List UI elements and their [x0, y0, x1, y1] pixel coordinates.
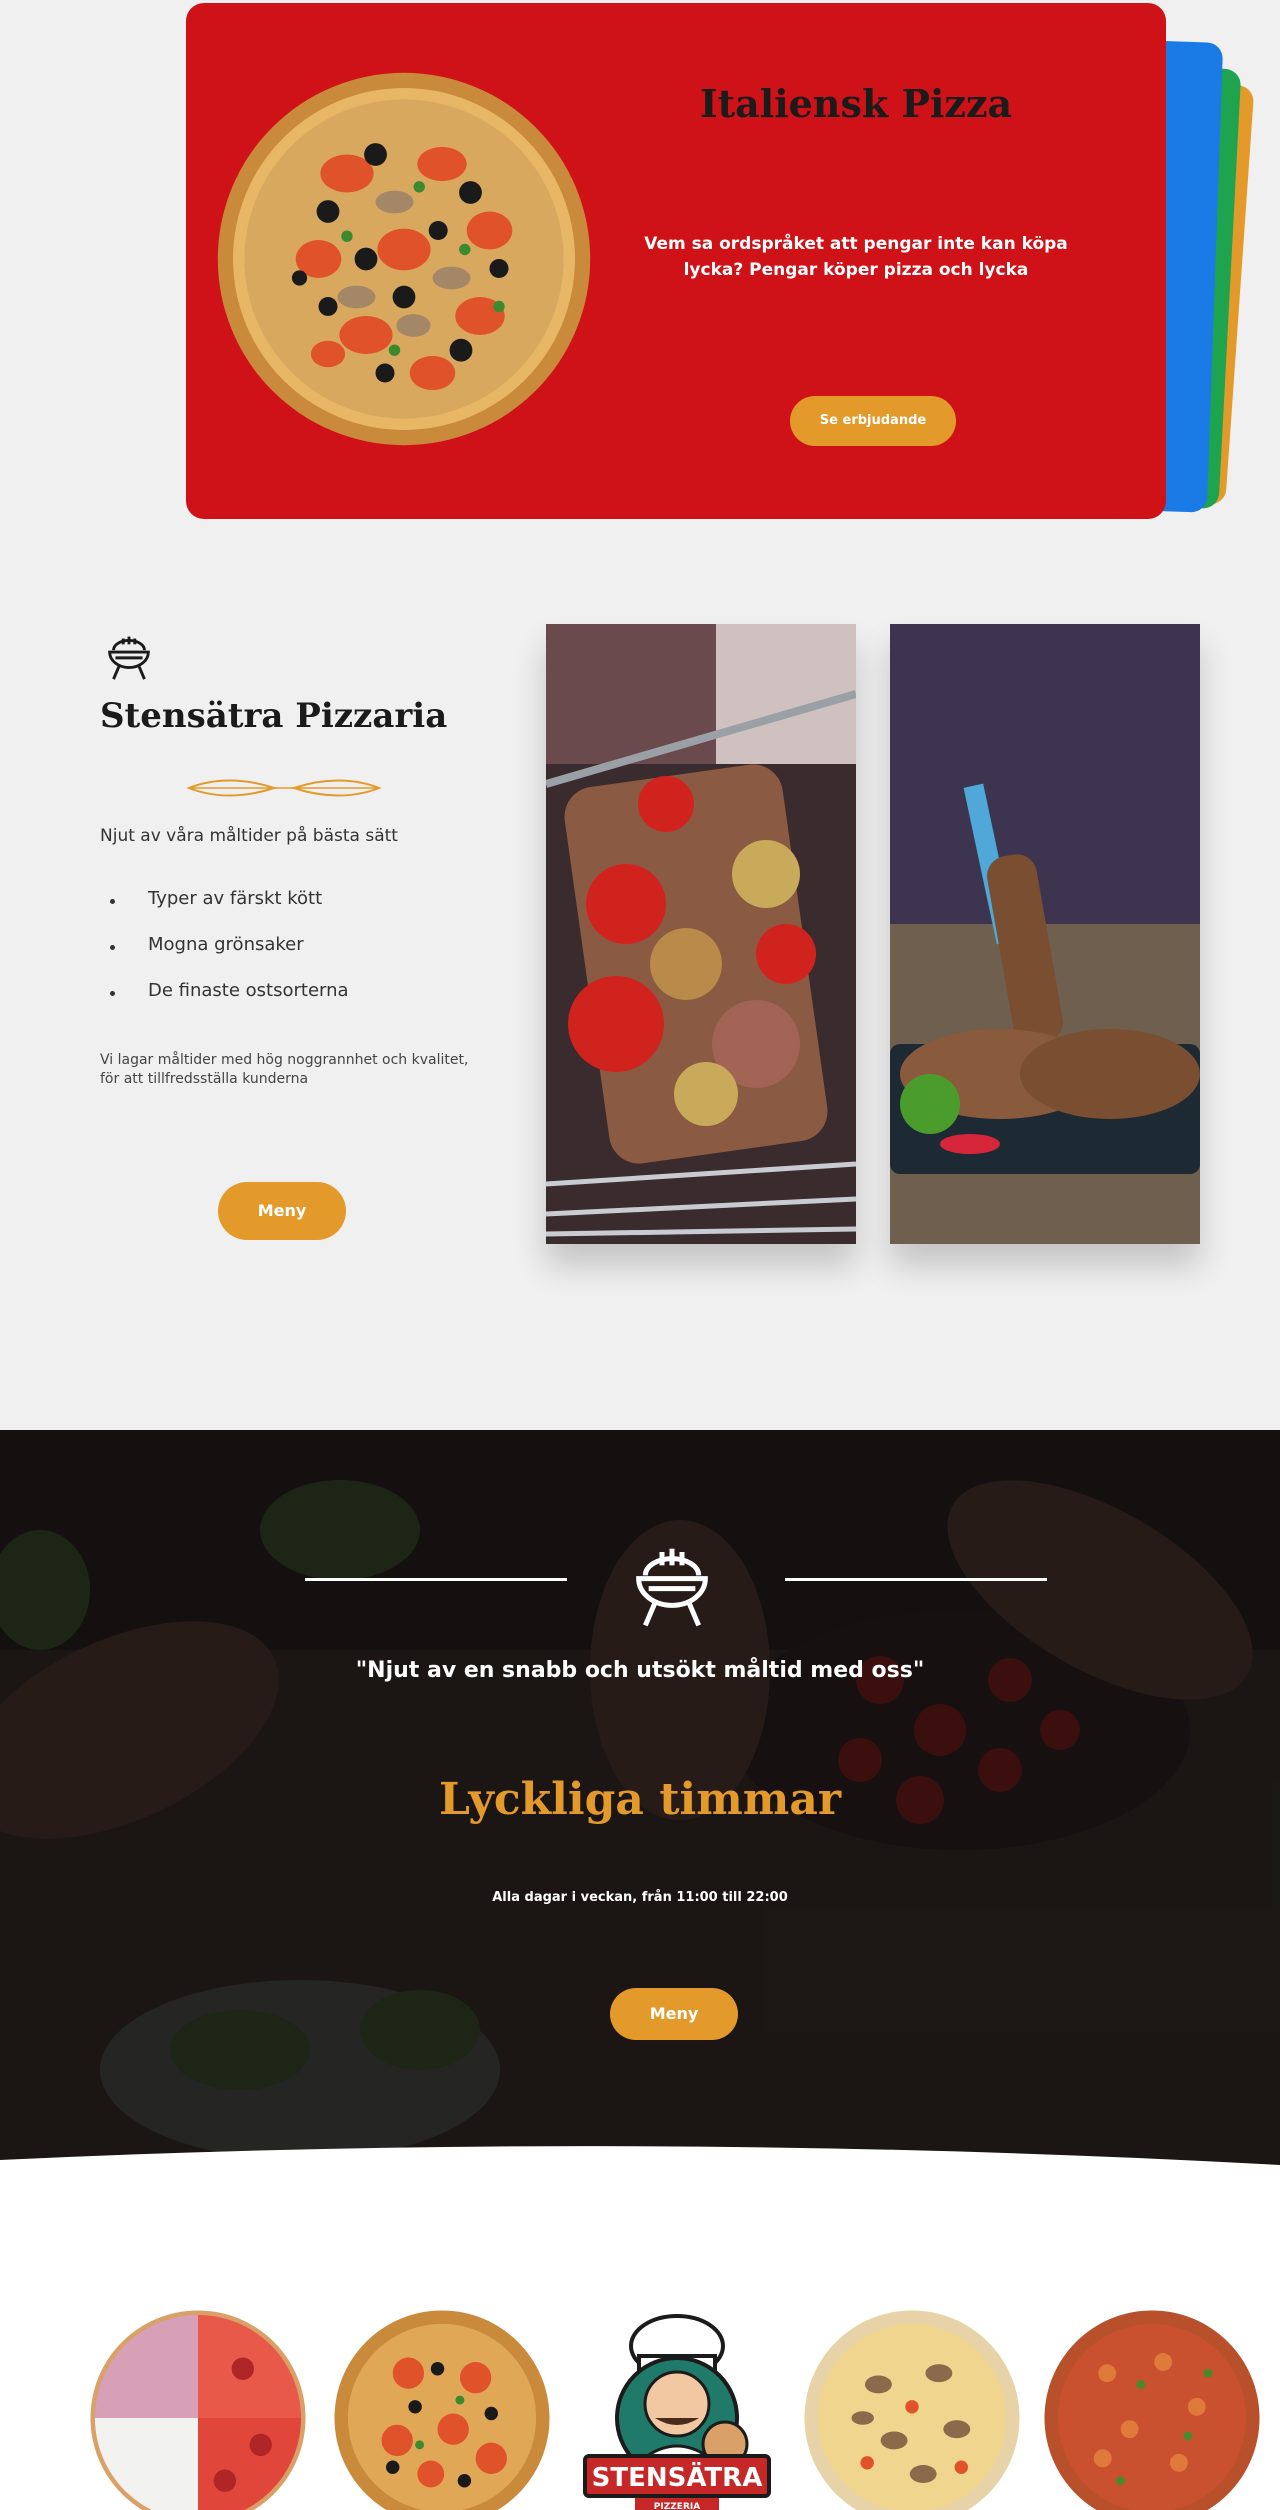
kebab-photo [546, 624, 856, 1244]
divider-line-left [305, 1578, 567, 1581]
logo-text: STENSÄTRA [592, 2461, 763, 2493]
ornament-divider [186, 779, 382, 797]
menu-button[interactable]: Meny [218, 1182, 346, 1240]
happy-hour-section: "Njut av en snabb och utsökt måltid med … [0, 1430, 1280, 2190]
pizza-image[interactable] [330, 2306, 554, 2510]
pizza-image[interactable] [1040, 2306, 1264, 2510]
stensatra-logo[interactable]: STENSÄTRA PIZZERIA [577, 2306, 777, 2510]
about-title: Stensätra Pizzaria [100, 696, 448, 736]
grill-icon [636, 1548, 708, 1627]
feature-item: De finaste ostsorterna [100, 980, 349, 1026]
about-description: Vi lagar måltider med hög noggrannhet oc… [100, 1052, 469, 1087]
menu-button[interactable]: Meny [610, 1988, 738, 2040]
offer-button[interactable]: Se erbjudande [790, 396, 956, 446]
about-subtitle: Njut av våra måltider på bästa sätt [100, 826, 398, 846]
pizza-image[interactable] [86, 2306, 310, 2510]
grill-icon [108, 636, 150, 680]
pizza-strip: STENSÄTRA PIZZERIA [0, 2170, 1280, 2510]
feature-item: Mogna grönsaker [100, 934, 349, 980]
divider-line-right [785, 1578, 1047, 1581]
feature-list: Typer av färskt kött Mogna grönsaker De … [100, 888, 349, 1026]
happy-hour-quote: "Njut av en snabb och utsökt måltid med … [355, 1658, 925, 1683]
logo-tagline: PIZZERIA [654, 2502, 700, 2510]
lamb-chop-photo [890, 624, 1200, 1244]
feature-item: Typer av färskt kött [100, 888, 349, 934]
hero-title: Italiensk Pizza [699, 81, 1013, 126]
pizza-image[interactable] [800, 2306, 1024, 2510]
hero-card[interactable]: Italiensk Pizza Vem sa ordspråket att pe… [186, 3, 1166, 519]
page: Italiensk Pizza Vem sa ordspråket att pe… [0, 0, 1280, 2510]
pizza-image [217, 72, 591, 446]
hero-text: Vem sa ordspråket att pengar inte kan kö… [644, 234, 1068, 280]
happy-hour-title: Lyckliga timmar [438, 1774, 842, 1825]
opening-hours: Alla dagar i veckan, från 11:00 till 22:… [492, 1890, 788, 1905]
